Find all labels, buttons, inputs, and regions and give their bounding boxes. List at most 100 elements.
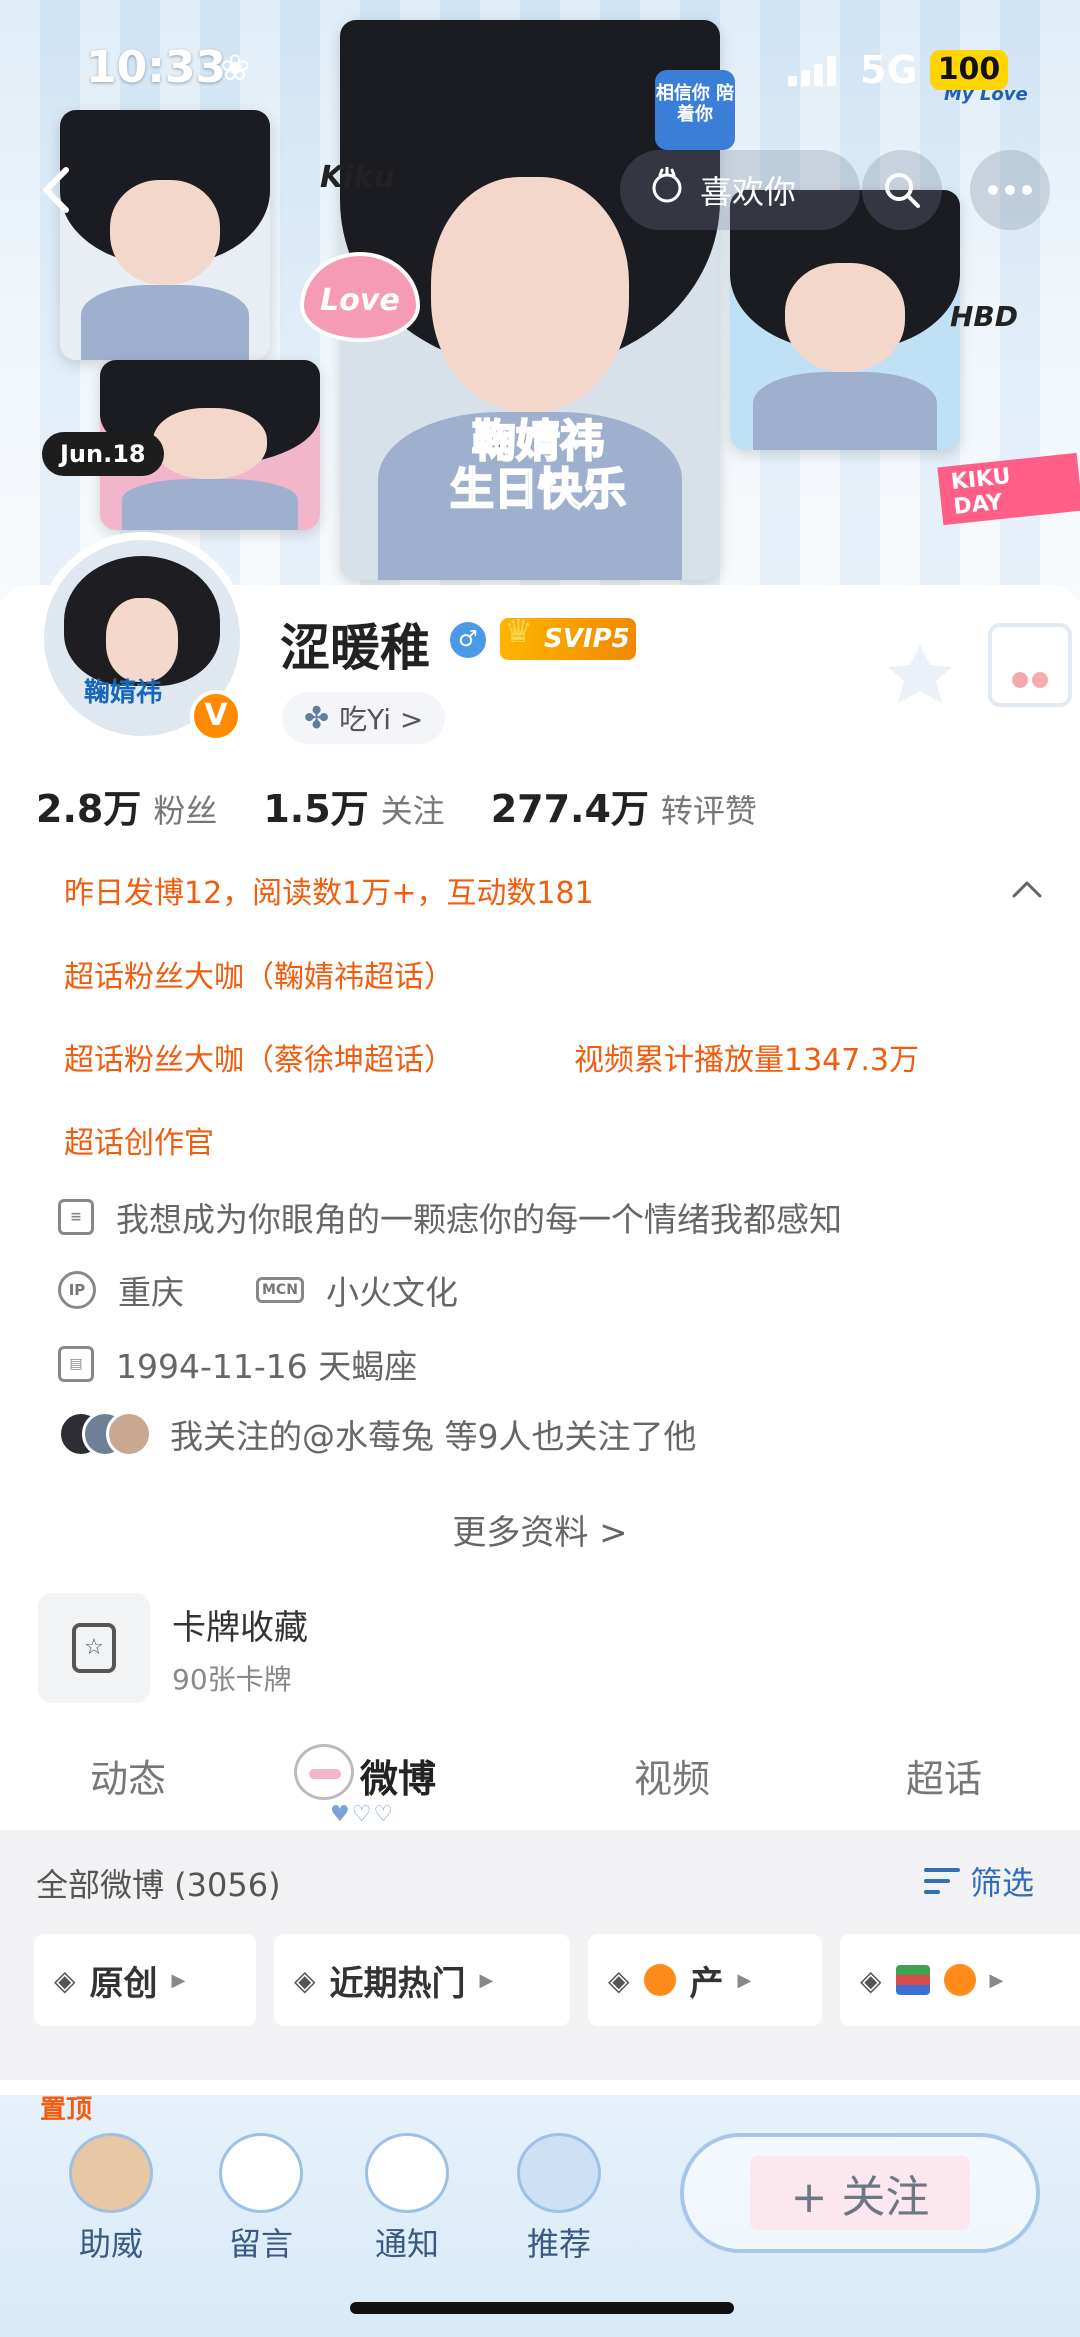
chip-orange-product[interactable]: ◈ 产 ▶ [588,1934,822,2026]
stat-fans-label: 粉丝 [153,792,218,830]
bottom-recommend[interactable]: 推荐 [504,2133,614,2265]
verified-badge: V [190,690,242,742]
chip-orange-product-label: 产 [689,1963,724,2004]
achievement-yesterday[interactable]: 昨日发博12，阅读数1万+，互动数181 [64,868,594,912]
like-hand-icon [648,166,686,213]
chip-books-orange[interactable]: ◈ ▶ [840,1934,1080,2026]
layers-icon: ◈ [54,1963,76,1997]
layers-icon: ◈ [294,1963,316,1997]
arrow-right-icon: ▶ [737,1969,752,1991]
clover-icon: ✤ [304,700,330,736]
profile-tabs: 动态 微博 ♥♡♡ 视频 超话 [0,1740,1080,1830]
svip-label: SVIP5 [544,624,630,654]
banner-photo-left [60,110,270,360]
bottom-action-bar: 置顶 助威 留言 通知 推荐 + 关注 [0,2095,1080,2337]
chip-original[interactable]: ◈ 原创 ▶ [34,1934,256,2026]
profile-page: Kiku Love Jun.18 鞠婧祎 生日快乐 HBD KIKU DAY M… [0,0,1080,2337]
stat-likes[interactable]: 277.4万 转评赞 [491,778,757,833]
status-time: 10:33 [86,42,227,93]
pinned-label-peek: 置顶 [40,2095,93,2125]
orange-emoji-icon [643,1964,676,1996]
more-info-link[interactable]: 更多资料 > [0,1505,1080,1554]
bottom-message[interactable]: 留言 [206,2133,316,2265]
user-name: 涩暖稚 [280,619,430,677]
chip-recent-hot-label: 近期热门 [329,1963,466,2004]
ip-icon: IP [58,1271,96,1309]
stat-following[interactable]: 1.5万 关注 [263,778,444,833]
tag-label: 吃Yi > [339,703,424,736]
mutual-follow-row[interactable]: 我关注的@水莓兔 等9人也关注了他 [58,1410,697,1458]
orange-emoji-icon [943,1964,976,1996]
network-type: 5G [860,48,918,92]
mcn-name[interactable]: 小火文化 [326,1266,458,1314]
follow-button[interactable]: + 关注 [680,2133,1040,2253]
achievement-video[interactable]: 视频累计播放量1347.3万 [574,1035,919,1079]
bottom-cheer[interactable]: 助威 [56,2133,166,2265]
tab-dynamics[interactable]: 动态 [90,1748,166,1803]
bear-icon [69,2133,153,2213]
status-bar: 10:33 ❀ 5G 100 [0,0,1080,130]
achievement-creator[interactable]: 超话创作官 [64,1118,214,1162]
chip-recent-hot[interactable]: ◈ 近期热门 ▶ [274,1934,570,2026]
stat-likes-num: 277.4万 [490,787,649,831]
filter-button[interactable]: 筛选 [924,1858,1034,1904]
ring-icon [517,2133,601,2213]
signal-icon [788,56,844,86]
filter-label: 筛选 [970,1864,1035,1902]
sticker-birthday: 鞠婧祎 生日快乐 [449,416,627,516]
back-icon[interactable] [28,160,88,220]
stat-following-label: 关注 [380,792,445,830]
books-emoji-icon [895,1965,930,1995]
bottom-cheer-label: 助威 [78,2225,143,2263]
search-icon[interactable] [862,150,942,230]
stat-fans[interactable]: 2.8万 粉丝 [36,778,217,833]
card-collection-icon[interactable]: ☆ [38,1593,150,1703]
bottom-message-label: 留言 [228,2225,293,2263]
arrow-right-icon: ▶ [989,1969,1004,1991]
sticker-birthday-line2: 生日快乐 [449,464,627,516]
bottom-notify[interactable]: 通知 [352,2133,462,2265]
bottom-recommend-label: 推荐 [526,2225,591,2263]
chip-original-label: 原创 [89,1963,158,2004]
follow-button-label: + 关注 [750,2156,970,2230]
achievement-topic-2[interactable]: 超话粉丝大咖（蔡徐坤超话） [64,1035,454,1079]
mutual-follow-text: 我关注的@水莓兔 等9人也关注了他 [170,1417,697,1456]
tag-pill[interactable]: ✤ 吃Yi > [282,692,446,744]
sticker-birthday-line1: 鞠婧祎 [471,416,605,467]
bio-text: 我想成为你眼角的一颗痣你的每一个情绪我都感知 [116,1200,842,1239]
bio-row: ≡ 我想成为你眼角的一颗痣你的每一个情绪我都感知 [58,1193,842,1241]
like-you-button[interactable]: 喜欢你 [620,150,860,230]
bottom-notify-label: 通知 [374,2225,439,2263]
tab-video[interactable]: 视频 [634,1748,710,1803]
tab-weibo[interactable]: 微博 [360,1748,436,1803]
male-icon: ♂ [450,622,486,658]
mcn-icon: MCN [256,1277,304,1303]
sticker-hbd: HBD [950,300,1019,333]
layers-icon: ◈ [860,1963,882,1997]
location-row: IP 重庆 MCN 小火文化 [58,1266,458,1314]
layers-icon: ◈ [608,1963,630,1997]
svip-badge[interactable]: ♛ SVIP5 [500,612,636,660]
card-decoration [880,585,1080,785]
home-indicator[interactable] [350,2302,734,2314]
chevron-up-icon[interactable] [1010,872,1044,906]
achievement-topic-1[interactable]: 超话粉丝大咖（鞠婧祎超话） [64,952,454,996]
crown-icon: ♛ [504,612,533,650]
stat-fans-num: 2.8万 [36,787,142,831]
card-star-icon: ☆ [72,1623,116,1673]
more-icon[interactable] [970,150,1050,230]
arrow-right-icon: ▶ [479,1969,494,1991]
stat-following-num: 1.5万 [263,787,369,831]
card-collection-title[interactable]: 卡牌收藏 [172,1600,308,1649]
filter-icon [924,1866,960,1896]
bow-cat-icon [365,2133,449,2213]
card-collection-count: 90张卡牌 [172,1663,292,1696]
paw-icon: ❀ [220,48,251,89]
tab-supertopic[interactable]: 超话 [906,1748,982,1803]
mutual-avatars [58,1411,152,1457]
avatar-caption: 鞠婧祎 [84,678,163,708]
feed-filter-area: 全部微博 (3056) 筛选 ◈ 原创 ▶ ◈ 近期热门 ▶ ◈ 产 ▶ ◈ ▶ [0,1830,1080,2080]
like-you-label: 喜欢你 [700,173,797,211]
ip-location: 重庆 [118,1273,184,1312]
avatar [106,1411,152,1457]
